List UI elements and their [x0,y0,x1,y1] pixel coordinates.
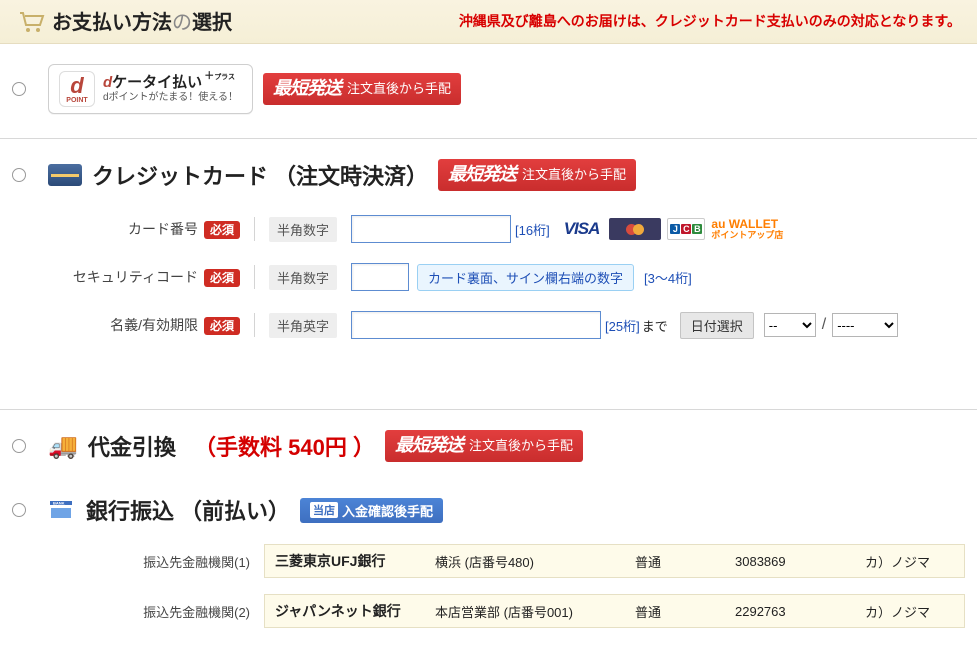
card-brands: VISA JCB au WALLETポイントアップ店 [560,218,784,240]
name-input[interactable] [351,311,601,339]
security-digits-note: [3〜4桁] [644,268,692,287]
page-header: お支払い方法の選択 沖縄県及び離島へのお届けは、クレジットカード支払いのみの対応… [0,0,977,44]
bank-row: 三菱東京UFJ銀行 横浜 (店番号480) 普通 3083869 カ）ノジマ [264,544,965,578]
bank-ship-badge: 当店 入金確認後手配 [300,498,443,523]
fast-ship-badge: 最短発送 注文直後から手配 [385,430,583,461]
bank-icon: BANK [48,499,76,521]
radio-cod[interactable] [12,439,26,453]
page-title: お支払い方法の選択 [52,6,232,35]
security-code-tip: カード裏面、サイン欄右端の数字 [417,264,634,291]
fast-ship-badge: 最短発送 注文直後から手配 [263,73,461,104]
security-code-input[interactable] [351,263,409,291]
bank-label-1: 振込先金融機関(1) [68,552,250,571]
bank-accounts: 振込先金融機関(1) 三菱東京UFJ銀行 横浜 (店番号480) 普通 3083… [68,540,965,632]
svg-text:BANK: BANK [53,501,65,506]
bank-row: ジャパンネット銀行 本店営業部 (店番号001) 普通 2292763 カ）ノジ… [264,594,965,628]
credit-card-form: カード番号必須 半角数字 [16桁] VISA JCB au WALLETポイン… [68,205,965,349]
hint-numeric: 半角数字 [269,217,337,242]
hint-numeric: 半角数字 [269,265,337,290]
payment-option-cod: 🚚 代金引換 （手数料 540円 ） 最短発送 注文直後から手配 [0,410,977,474]
card-number-input[interactable] [351,215,511,243]
label-card-number: カード番号必須 [68,219,240,239]
d-keitai-logo-box: d POINT dケータイ払い＋プラス dポイントがたまる！使える！ [48,64,253,114]
delivery-warning: 沖縄県及び離島へのお届けは、クレジットカード支払いのみの対応となります。 [238,11,961,31]
card-digits-note: [16桁] [515,220,550,239]
jcb-icon: JCB [667,218,705,240]
payment-option-bank: BANK 銀行振込（前払い） 当店 入金確認後手配 振込先金融機関(1) 三菱東… [0,474,977,656]
mastercard-icon [609,218,661,240]
expiry-year-select[interactable]: ---- [832,313,898,337]
au-wallet-icon: au WALLETポイントアップ店 [711,218,783,240]
payment-option-credit-card: クレジットカード（注文時決済） 最短発送 注文直後から手配 カード番号必須 半角… [0,139,977,410]
label-name-expiry: 名義/有効期限必須 [68,315,240,335]
bank-label-2: 振込先金融機関(2) [68,602,250,621]
label-security-code: セキュリティコード必須 [68,267,240,287]
radio-bank[interactable] [12,503,26,517]
credit-card-icon [48,164,82,186]
cart-icon [16,9,46,33]
radio-credit-card[interactable] [12,168,26,182]
fast-ship-badge: 最短発送 注文直後から手配 [438,159,636,190]
date-picker-button[interactable]: 日付選択 [680,312,754,339]
expiry-month-select[interactable]: -- [764,313,816,337]
truck-icon: 🚚 [48,432,78,461]
credit-card-title: クレジットカード（注文時決済） [92,159,428,191]
radio-d-keitai[interactable] [12,82,26,96]
d-point-icon: d POINT [59,71,95,107]
name-digits-note: [25桁] [605,316,640,335]
bank-title: 銀行振込（前払い） [86,494,290,526]
payment-option-d-keitai: d POINT dケータイ払い＋プラス dポイントがたまる！使える！ 最短発送 … [0,44,977,139]
cod-title: 代金引換 （手数料 540円 ） [88,430,375,462]
hint-alpha: 半角英字 [269,313,337,338]
visa-icon: VISA [560,218,604,240]
